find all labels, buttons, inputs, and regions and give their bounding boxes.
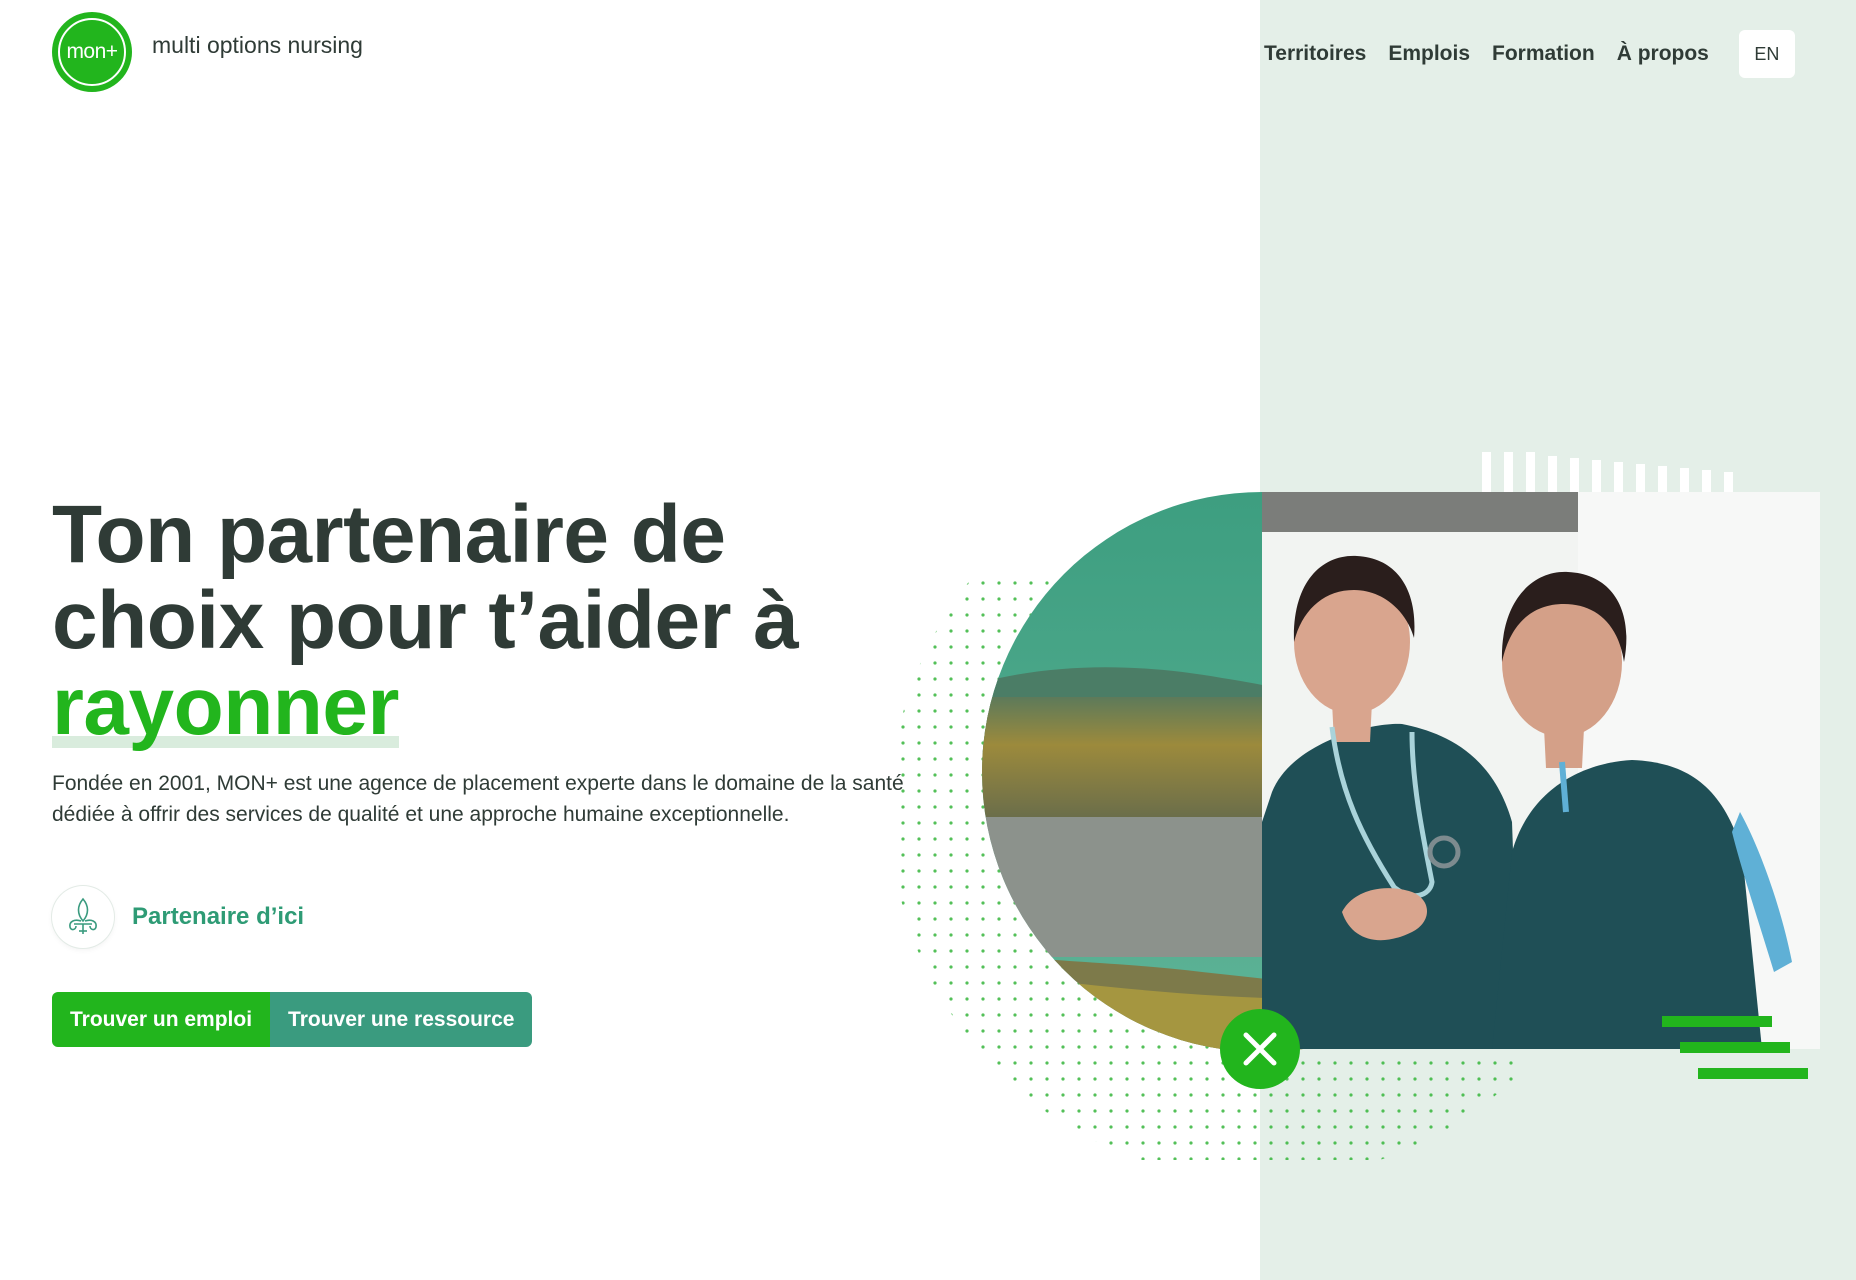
stripes-decoration [1482, 452, 1733, 492]
nurses-photo [1262, 492, 1820, 1049]
headline-line-2: choix pour t’aider à [52, 575, 799, 666]
brand-logo[interactable]: mon+ multi options nursing [52, 12, 363, 92]
fleur-de-lis-icon [52, 886, 114, 948]
cta-group: Trouver un emploi Trouver une ressource [52, 992, 533, 1047]
green-lines-decoration [1662, 1016, 1808, 1079]
main-nav: Territoires Emplois Formation À propos E… [1264, 30, 1795, 78]
close-icon[interactable] [1220, 1009, 1300, 1089]
nav-link-formation[interactable]: Formation [1492, 42, 1595, 66]
partner-label[interactable]: Partenaire d’ici [132, 903, 304, 931]
find-job-button[interactable]: Trouver un emploi [52, 992, 271, 1047]
nav-link-emplois[interactable]: Emplois [1388, 42, 1470, 66]
hero-description: Fondée en 2001, MON+ est une agence de p… [52, 772, 904, 826]
logo-badge: mon+ [52, 12, 132, 92]
find-resource-button[interactable]: Trouver une ressource [270, 992, 533, 1047]
nav-link-a-propos[interactable]: À propos [1617, 42, 1709, 66]
headline-line-1: Ton partenaire de [52, 489, 726, 580]
logo-text: mon+ [66, 40, 118, 63]
partner-badge-row: Partenaire d’ici [52, 886, 304, 948]
nav-link-territoires[interactable]: Territoires [1264, 42, 1366, 66]
language-toggle-button[interactable]: EN [1738, 30, 1795, 78]
brand-name: multi options nursing [152, 31, 363, 58]
headline-highlight: rayonner [52, 661, 399, 752]
hero-headline: Ton partenaire de choix pour t’aider à r… [52, 492, 912, 750]
